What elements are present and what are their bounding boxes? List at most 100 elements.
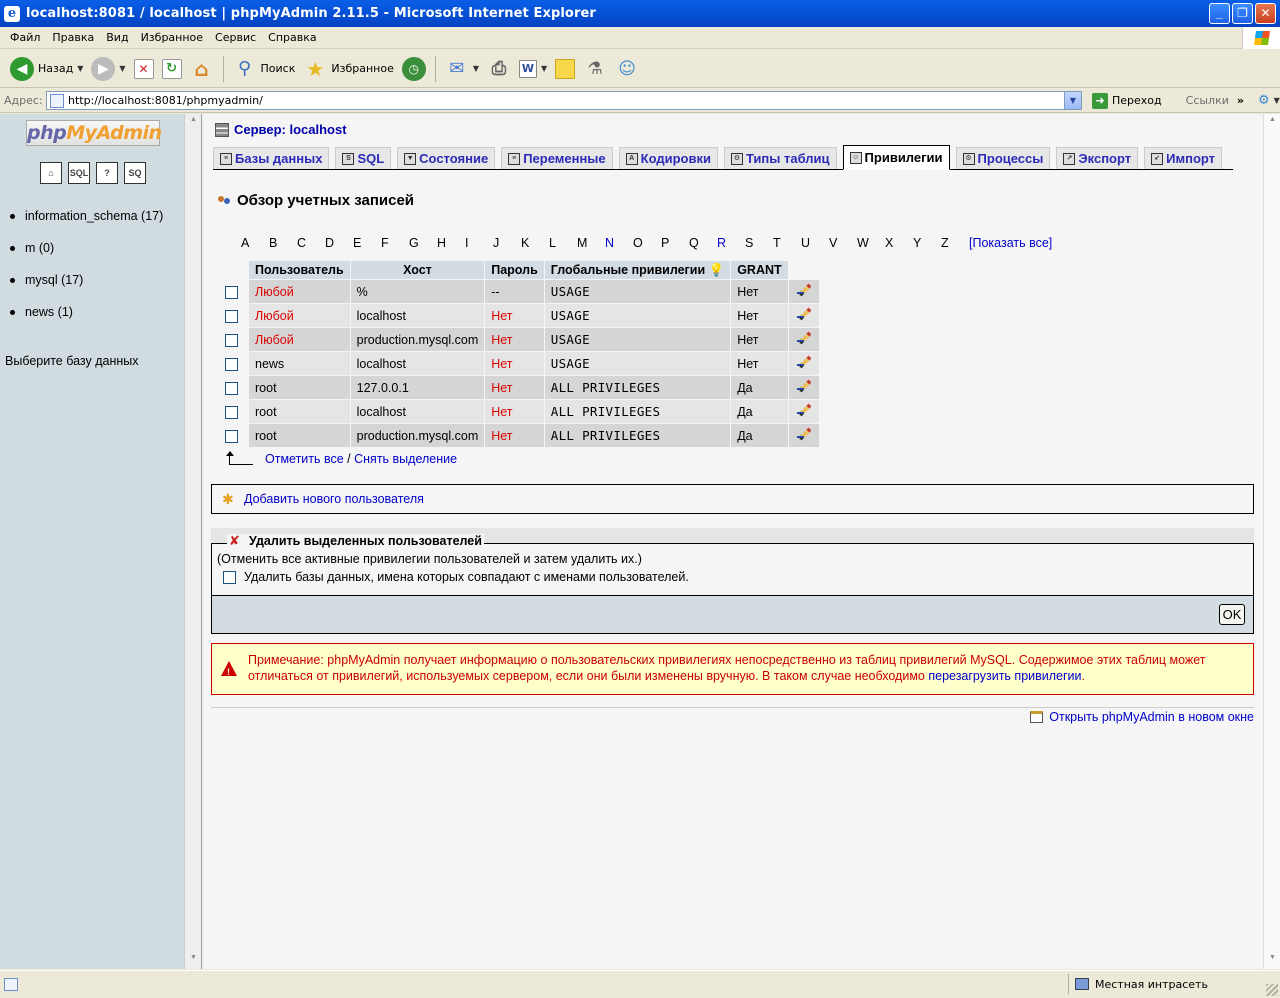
stop-button[interactable]: ✕: [130, 54, 158, 84]
left-scrollbar[interactable]: ▲ ▼: [184, 114, 201, 969]
unselect-all-link[interactable]: Снять выделение: [354, 452, 457, 466]
tab-import[interactable]: ↙ Импорт: [1144, 147, 1223, 169]
tab-export[interactable]: ↗ Экспорт: [1056, 147, 1139, 169]
tab-databases[interactable]: ≡ Базы данных: [213, 147, 330, 169]
drop-databases-checkbox[interactable]: [223, 570, 236, 584]
messenger-icon: ☺: [618, 58, 637, 79]
back-button[interactable]: ◀ Назад ▼: [6, 54, 87, 84]
scroll-up-icon[interactable]: ▲: [1266, 116, 1279, 129]
menu-help[interactable]: Справка: [262, 31, 322, 44]
window-title: localhost:8081 / localhost | phpMyAdmin …: [26, 6, 596, 21]
edit-privileges-cell[interactable]: [788, 280, 819, 303]
home-icon[interactable]: ⌂: [40, 162, 62, 184]
links-toolbar[interactable]: Ссылки: [1186, 94, 1229, 107]
row-checkbox[interactable]: [224, 405, 238, 419]
show-all-link[interactable]: [Показать все]: [969, 236, 1052, 250]
database-item[interactable]: information_schema (17): [10, 200, 163, 232]
menu-view[interactable]: Вид: [100, 31, 134, 44]
go-button[interactable]: ➜ Переход: [1088, 92, 1162, 109]
scroll-up-icon[interactable]: ▲: [187, 116, 200, 129]
forward-dropdown-icon[interactable]: ▼: [119, 64, 125, 73]
history-button[interactable]: ◷: [398, 54, 430, 84]
address-dropdown-icon[interactable]: ▼: [1064, 92, 1081, 109]
extension-dropdown-icon[interactable]: ▼: [1274, 96, 1280, 105]
scroll-down-icon[interactable]: ▼: [1266, 954, 1279, 967]
extension-icon[interactable]: ⚙: [1258, 93, 1270, 108]
alphabet-letter[interactable]: N: [605, 236, 633, 250]
row-checkbox[interactable]: [224, 285, 238, 299]
edit-pencil-icon: [796, 427, 811, 441]
scroll-down-icon[interactable]: ▼: [187, 954, 200, 967]
alphabet-letter[interactable]: R: [717, 236, 745, 250]
edit-privileges-cell[interactable]: [788, 304, 819, 327]
row-checkbox[interactable]: [224, 333, 238, 347]
database-item[interactable]: news (1): [10, 296, 163, 328]
print-button[interactable]: ⎙: [483, 54, 515, 84]
edit-button[interactable]: W ▼: [515, 54, 551, 84]
row-checkbox[interactable]: [224, 429, 238, 443]
edit-privileges-cell[interactable]: [788, 424, 819, 447]
edit-dropdown-icon[interactable]: ▼: [541, 64, 547, 73]
cell-user: news: [249, 352, 350, 375]
col-user: Пользователь: [249, 261, 350, 279]
discuss-button[interactable]: [551, 54, 579, 84]
address-input[interactable]: http://localhost:8081/phpmyadmin/ ▼: [46, 91, 1082, 110]
alphabet-letter: O: [633, 236, 643, 250]
favorites-button[interactable]: ★ Избранное: [299, 54, 397, 84]
search-button[interactable]: ⚲ Поиск: [229, 54, 300, 84]
menu-favorites[interactable]: Избранное: [135, 31, 209, 44]
database-item[interactable]: m (0): [10, 232, 163, 264]
edit-privileges-cell[interactable]: [788, 376, 819, 399]
help-icon[interactable]: ?: [96, 162, 118, 184]
row-checkbox[interactable]: [224, 309, 238, 323]
minimize-button[interactable]: _: [1209, 3, 1230, 24]
edit-privileges-cell[interactable]: [788, 400, 819, 423]
row-checkbox[interactable]: [224, 381, 238, 395]
sql-docs-icon[interactable]: SQ: [124, 162, 146, 184]
forward-button[interactable]: ▶ ▼: [87, 54, 129, 84]
messenger-button[interactable]: ☺: [611, 54, 643, 84]
alphabet-letter: C: [297, 236, 307, 250]
server-breadcrumb[interactable]: Сервер: localhost: [215, 122, 347, 137]
add-user-link[interactable]: Добавить нового пользователя: [244, 492, 424, 506]
tab-privileges[interactable]: ☺ Привилегии: [842, 145, 950, 170]
chevron-right-icon[interactable]: »: [1237, 94, 1244, 107]
menu-edit[interactable]: Правка: [46, 31, 100, 44]
edit-pencil-icon: [796, 307, 811, 321]
delete-user-icon: ✘: [229, 533, 240, 548]
tab-variables[interactable]: ≡ Переменные: [501, 147, 613, 169]
sql-query-icon[interactable]: SQL: [68, 162, 90, 184]
select-all-link[interactable]: Отметить все: [265, 452, 344, 466]
phpmyadmin-logo[interactable]: phpMyAdmin: [26, 120, 162, 146]
add-user-icon: ✱: [222, 491, 234, 507]
cell-privileges: USAGE: [544, 304, 731, 327]
back-dropdown-icon[interactable]: ▼: [77, 64, 83, 73]
reload-privileges-link[interactable]: перезагрузить привилегии: [928, 669, 1081, 683]
open-new-window[interactable]: Открыть phpMyAdmin в новом окне: [1030, 710, 1254, 724]
menu-tools[interactable]: Сервис: [209, 31, 262, 44]
menu-file[interactable]: Файл: [4, 31, 46, 44]
cell-host: production.mysql.com: [350, 328, 485, 351]
tab-status[interactable]: ▼ Состояние: [397, 147, 496, 169]
edit-privileges-cell[interactable]: [788, 352, 819, 375]
database-item[interactable]: mysql (17): [10, 264, 163, 296]
edit-privileges-cell[interactable]: [788, 328, 819, 351]
refresh-button[interactable]: ↻: [158, 54, 186, 84]
close-button[interactable]: ✕: [1255, 3, 1276, 24]
home-button[interactable]: ⌂: [186, 54, 218, 84]
cell-password: Нет: [485, 304, 544, 327]
ok-button[interactable]: OK: [1219, 604, 1245, 625]
tab-sql[interactable]: S SQL: [335, 147, 392, 169]
mail-button[interactable]: ✉ ▼: [441, 54, 483, 84]
tab-engines[interactable]: ⚙ Типы таблиц: [723, 147, 837, 169]
research-button[interactable]: ⚗: [579, 54, 611, 84]
mail-dropdown-icon[interactable]: ▼: [473, 64, 479, 73]
tab-processes[interactable]: ⚙ Процессы: [955, 147, 1051, 169]
resize-grip[interactable]: [1266, 984, 1278, 996]
row-checkbox[interactable]: [224, 357, 238, 371]
main-scrollbar[interactable]: ▲ ▼: [1263, 114, 1280, 969]
tab-charsets[interactable]: A Кодировки: [618, 147, 718, 169]
navigation-frame: phpMyAdmin ⌂ SQL ? SQ information_schema…: [0, 114, 202, 969]
maximize-button[interactable]: ❐: [1232, 3, 1253, 24]
alphabet-letter: P: [661, 236, 670, 250]
